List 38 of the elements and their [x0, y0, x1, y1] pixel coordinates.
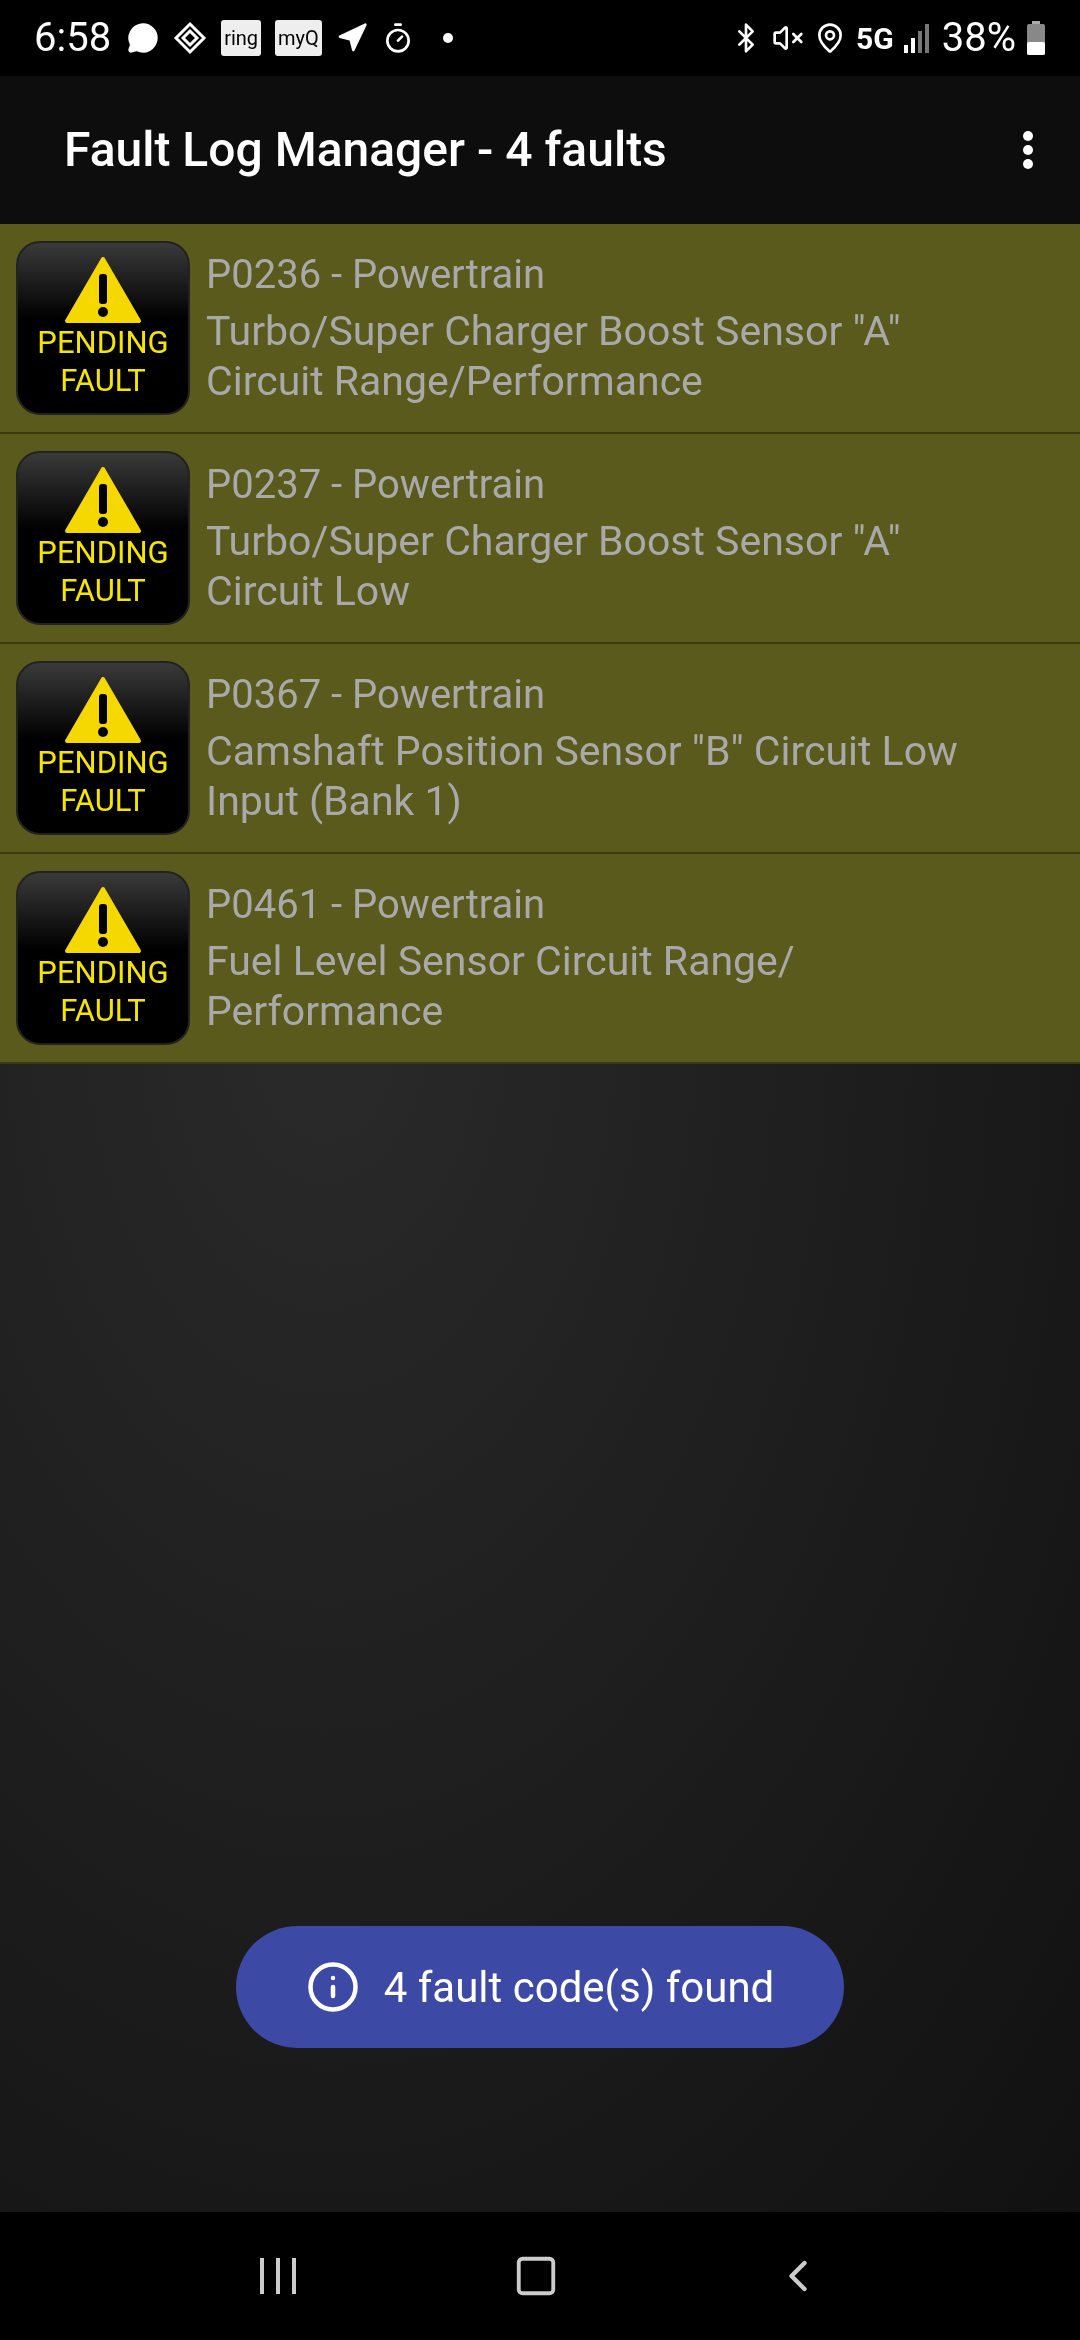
battery-level: 38% — [941, 13, 1016, 63]
badge-label: PENDING — [37, 744, 169, 782]
fault-description: Turbo/Super Charger Boost Sensor "A" Circuit Range/Performance — [206, 306, 902, 406]
badge-label: FAULT — [60, 992, 146, 1030]
badge-label: FAULT — [60, 782, 146, 820]
battery-icon — [1026, 21, 1046, 55]
app-badge: myQ — [275, 20, 322, 56]
badge-label: PENDING — [37, 534, 169, 572]
fault-row[interactable]: PENDING FAULT P0367 - Powertrain Camshaft Position Sensor "B" Circuit Low Input (Bank 1) — [0, 644, 1080, 854]
fault-description: Turbo/Super Charger Boost Sensor "A" Circuit Low — [206, 516, 902, 616]
app-title: Fault Log Manager - 4 faults — [64, 120, 668, 180]
warning-icon — [64, 886, 142, 954]
warning-icon — [64, 466, 142, 534]
fault-code: P0461 - Powertrain — [206, 880, 547, 930]
badge-label: FAULT — [60, 362, 146, 400]
network-label: 5G — [856, 19, 894, 58]
menu-icon — [1022, 130, 1034, 170]
fault-code: P0237 - Powertrain — [206, 460, 547, 510]
badge-label: PENDING — [37, 954, 169, 992]
signal-icon — [903, 23, 932, 53]
tile-icon — [173, 21, 208, 55]
toast-text: 4 fault code(s) found — [383, 1961, 775, 2014]
warning-icon — [64, 256, 142, 324]
fault-row[interactable]: PENDING FAULT P0236 - Powertrain Turbo/Super Charger Boost Sensor "A" Circuit Range/Performance — [0, 224, 1080, 434]
chat-icon — [127, 22, 160, 54]
fault-row[interactable]: PENDING FAULT P0461 - Powertrain Fuel Level Sensor Circuit Range/ Performance — [0, 854, 1080, 1064]
fault-code: P0236 - Powertrain — [206, 250, 547, 300]
dot-icon — [441, 32, 454, 44]
warning-icon — [64, 676, 142, 744]
clock: 6:58 — [34, 13, 112, 63]
fault-description: Camshaft Position Sensor "B" Circuit Low Input (Bank 1) — [206, 726, 959, 826]
fault-code: P0367 - Powertrain — [206, 670, 547, 720]
info-icon — [305, 1960, 360, 2014]
fault-description: Fuel Level Sensor Circuit Range/ Performance — [206, 936, 796, 1036]
fault-row[interactable]: PENDING FAULT P0237 - Powertrain Turbo/Super Charger Boost Sensor "A" Circuit Low — [0, 434, 1080, 644]
badge-label: FAULT — [60, 572, 146, 610]
badge-label: PENDING — [37, 324, 169, 362]
app-badge: ring — [221, 20, 262, 56]
